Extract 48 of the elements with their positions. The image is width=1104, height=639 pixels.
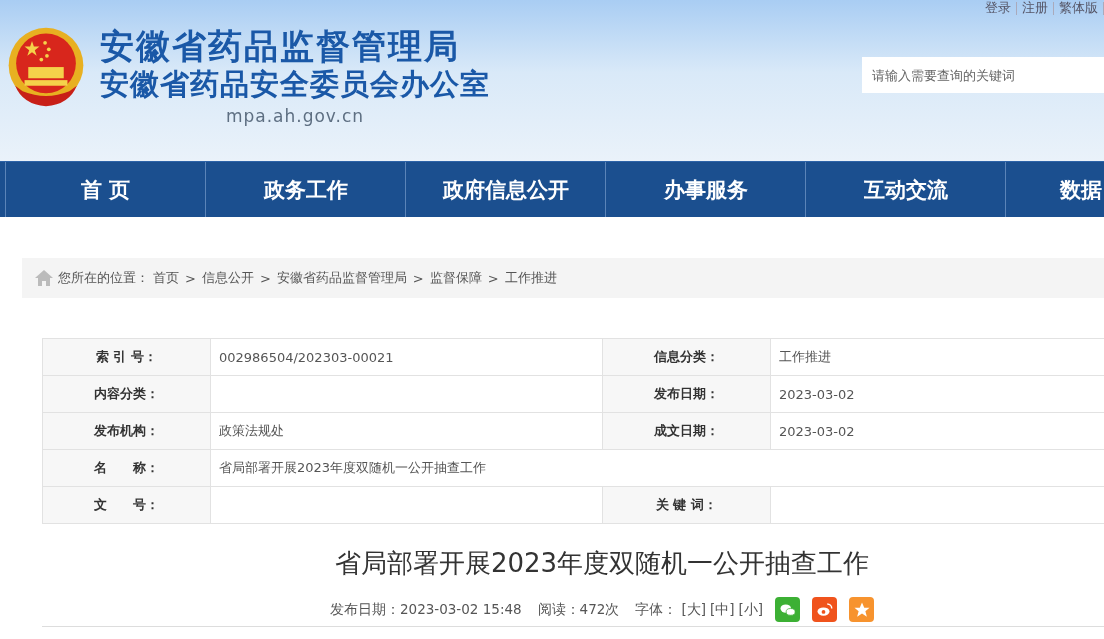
breadcrumb-separator: >: [184, 270, 197, 286]
nav-item[interactable]: 政务工作: [205, 162, 405, 217]
article-title: 省局部署开展2023年度双随机一公开抽查工作: [333, 547, 871, 580]
nav-item[interactable]: 互动交流: [805, 162, 1005, 217]
field-label: 关 键 词：: [602, 486, 771, 524]
breadcrumb-link[interactable]: 信息公开: [201, 269, 254, 287]
field-value: 省局部署开展2023年度双随机一公开抽查工作: [219, 460, 487, 475]
field-label: 内容分类：: [42, 375, 211, 413]
field-value: 政策法规处: [219, 423, 284, 438]
header-link[interactable]: 登录: [980, 0, 1016, 17]
header-link[interactable]: 注册: [1017, 0, 1053, 17]
breadcrumb-link[interactable]: 首页: [153, 269, 179, 287]
publish-date: 发布日期：2023-03-02 15:48: [329, 600, 522, 619]
breadcrumb-label: 您所在的位置：: [58, 269, 149, 287]
field-label: 文 号：: [42, 486, 211, 524]
breadcrumb-link[interactable]: 工作推进: [504, 269, 557, 287]
field-value: 2023-03-02: [779, 423, 855, 439]
breadcrumb-link[interactable]: 安徽省药品监督管理局: [276, 269, 407, 287]
breadcrumb-separator: >: [258, 270, 272, 286]
nav-item[interactable]: 首 页: [5, 162, 205, 217]
font-size-link[interactable]: [小]: [738, 600, 764, 619]
font-size-label: 字体：: [635, 600, 678, 619]
breadcrumb-link[interactable]: 监督保障: [429, 269, 482, 287]
field-label: 信息分类：: [602, 338, 771, 376]
field-label: 发布日期：: [602, 375, 771, 413]
font-size-link[interactable]: [中]: [709, 600, 735, 619]
nav-item[interactable]: 办事服务: [605, 162, 805, 217]
site-domain: mpa.ah.gov.cn: [225, 106, 365, 126]
breadcrumb-separator: >: [486, 270, 500, 286]
field-label: 索 引 号：: [42, 338, 211, 376]
font-size-link[interactable]: [大]: [681, 600, 706, 619]
nav-item[interactable]: 数据: [1005, 162, 1104, 217]
site-subtitle: 安徽省药品安全委员会办公室: [100, 67, 490, 103]
chat-bubbles-icon[interactable]: [775, 597, 801, 622]
eye-logo-icon[interactable]: [812, 597, 838, 622]
site-title: 安徽省药品监督管理局: [100, 26, 460, 66]
field-value: 002986504/202303-00021: [219, 349, 394, 365]
header-link[interactable]: 繁体版: [1054, 0, 1103, 17]
nav-item[interactable]: 政府信息公开: [405, 162, 605, 217]
field-label: 名 称：: [42, 449, 211, 487]
read-count: 阅读：472次: [537, 600, 620, 619]
field-value: 工作推进: [779, 349, 831, 364]
breadcrumb-separator: >: [411, 270, 425, 286]
field-label: 发布机构：: [42, 412, 211, 450]
search-field[interactable]: 请输入需要查询的关键词: [862, 57, 1104, 93]
field-label: 成文日期：: [602, 412, 771, 450]
field-value: 2023-03-02: [779, 386, 855, 402]
home-icon: [34, 269, 54, 287]
